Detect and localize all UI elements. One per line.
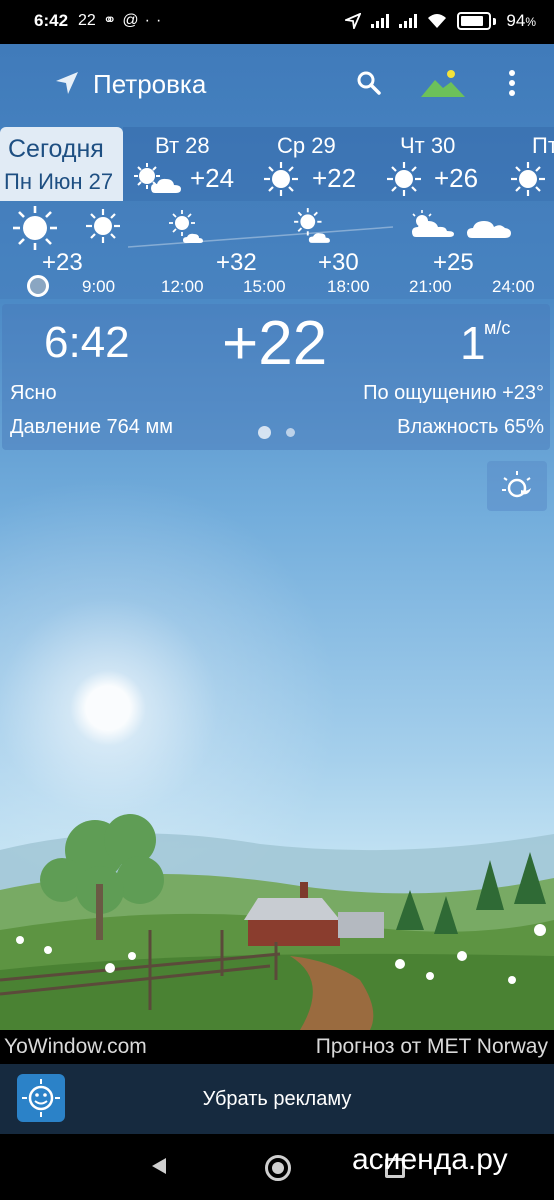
signal-icon-1	[371, 14, 390, 28]
location-status-icon	[345, 13, 362, 29]
page-indicator-active[interactable]	[258, 426, 271, 439]
battery-tip	[493, 17, 497, 25]
location-name[interactable]: Петровка	[93, 69, 206, 100]
forecast-provider[interactable]: Прогноз от MET Norway	[316, 1035, 548, 1059]
day-name: Ср 29	[277, 133, 336, 158]
landscape-icon[interactable]	[421, 68, 465, 98]
today-date: Пн Июн 27	[4, 169, 114, 194]
back-icon[interactable]	[150, 1156, 168, 1176]
search-icon[interactable]	[356, 70, 382, 96]
temp-trend-line	[128, 226, 394, 248]
battery-icon	[457, 12, 492, 30]
hourly-forecast[interactable]: +23 +32 +30 +25 9:00 12:00 15:00 18:00 2…	[0, 201, 554, 299]
day-name: Пт	[532, 133, 554, 158]
sun-cloud-icon	[412, 210, 454, 237]
app-bar: Петровка	[0, 52, 554, 116]
wifi-icon	[428, 14, 447, 28]
landscape-scene	[0, 814, 554, 1030]
sun-cloud-icon	[134, 163, 181, 193]
sun-icon	[387, 162, 421, 196]
today-label: Сегодня	[8, 135, 104, 163]
hourly-temp: +25	[433, 249, 474, 276]
hourly-time: 18:00	[327, 277, 370, 296]
remove-ads-button[interactable]: Убрать рекламу	[0, 1088, 554, 1111]
day-temp: +22	[312, 163, 357, 193]
cloud-icon	[467, 221, 511, 238]
status-bar: 6:42 22 ⚭@·· 94%	[0, 0, 554, 44]
hourly-temp: +23	[42, 249, 83, 276]
weather-effect-button[interactable]	[487, 461, 547, 511]
location-arrow-icon[interactable]	[54, 70, 80, 96]
brand-link[interactable]: YoWindow.com	[4, 1035, 147, 1059]
wind-unit: м/с	[484, 318, 511, 338]
sun-icon	[264, 162, 298, 196]
more-vert-icon[interactable]	[508, 69, 516, 97]
current-weather-panel[interactable]: 6:42 +22 1 м/с Ясно По ощущению +23° Дав…	[2, 304, 550, 450]
status-time: 6:42	[34, 11, 69, 30]
at-icon: @	[122, 12, 145, 29]
humidity: Влажность 65%	[397, 416, 544, 438]
day-name: Вт 28	[155, 133, 210, 158]
hourly-time: 15:00	[243, 277, 286, 296]
brand-bar: YoWindow.com Прогноз от MET Norway	[0, 1030, 554, 1064]
hourly-temp: +32	[216, 249, 257, 276]
tab-day-fri[interactable]: Пт	[510, 127, 554, 201]
current-time: 6:42	[44, 318, 130, 367]
page-indicator[interactable]	[286, 428, 295, 437]
tab-today[interactable]: Сегодня Пн Июн 27	[0, 127, 123, 201]
day-temp: +26	[434, 163, 479, 193]
current-temp: +22	[222, 309, 328, 378]
sun-icon	[511, 162, 545, 196]
tab-day-wed[interactable]: Ср 29 +22	[263, 127, 383, 201]
day-tabs: Сегодня Пн Июн 27 Вт 28 +24 Ср 29 +22 Чт…	[0, 127, 554, 201]
hourly-time: 24:00	[492, 277, 535, 296]
feels-like: По ощущению +23°	[363, 382, 544, 404]
condition-text: Ясно	[10, 382, 57, 404]
home-icon[interactable]	[265, 1155, 291, 1181]
current-time-marker	[27, 275, 49, 297]
sun-moon-icon	[502, 471, 531, 498]
battery-level: 94%	[506, 11, 536, 30]
tab-day-tue[interactable]: Вт 28 +24	[133, 127, 253, 201]
hourly-time: 9:00	[82, 277, 116, 296]
hourly-time: 12:00	[161, 277, 204, 296]
notification-icons: ⚭@··	[103, 10, 167, 30]
status-temp: 22	[78, 12, 96, 29]
pressure: Давление 764 мм	[10, 416, 173, 438]
status-right: 94%	[345, 11, 536, 31]
wind-speed: 1	[460, 317, 486, 369]
link-icon: ⚭	[103, 12, 123, 29]
tab-day-thu[interactable]: Чт 30 +26	[386, 127, 506, 201]
navigation-bar: асиенда.ру	[0, 1134, 554, 1200]
day-temp: +24	[190, 163, 235, 193]
sun-icon	[13, 206, 57, 250]
hourly-time: 21:00	[409, 277, 452, 296]
ad-bar[interactable]: Убрать рекламу	[0, 1064, 554, 1134]
sun-icon	[86, 209, 120, 243]
day-name: Чт 30	[400, 133, 456, 158]
more-dots-icon: ··	[144, 12, 168, 29]
hourly-temp: +30	[318, 249, 359, 276]
signal-icon-2	[399, 14, 418, 28]
watermark: асиенда.ру	[352, 1143, 508, 1176]
